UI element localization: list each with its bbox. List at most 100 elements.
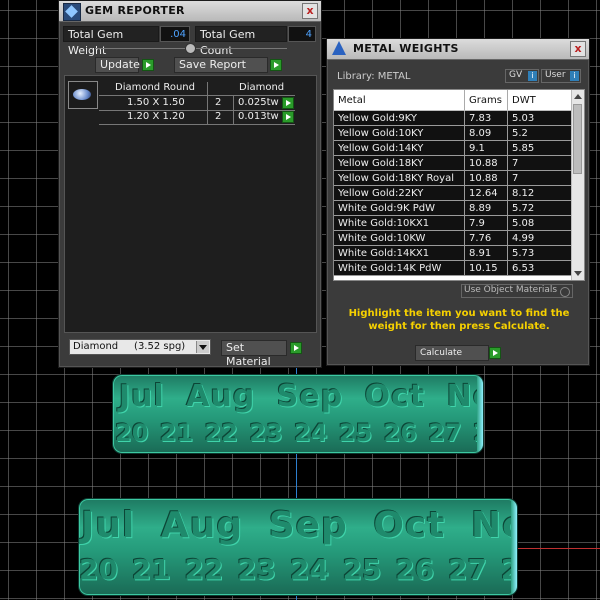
set-material-arrow-icon[interactable] [290,342,302,354]
user-toggle[interactable]: User i [541,69,581,83]
metal-cell-metal[interactable]: Yellow Gold:18KY [334,155,465,171]
library-label: Library: METAL [337,71,411,82]
metal-cell-metal[interactable]: Yellow Gold:9KY [334,110,465,126]
metal-cell-grams[interactable]: 10.88 [464,155,508,171]
use-object-materials-select[interactable]: Use Object Materials [461,284,573,298]
metal-cell-dwt[interactable]: 5.08 [507,215,572,231]
metal-cell-dwt[interactable]: 5.73 [507,245,572,261]
scroll-down-icon[interactable] [574,271,582,276]
save-report-button[interactable]: Save Report [174,57,268,73]
metal-cell-grams[interactable]: 7.9 [464,215,508,231]
info-icon[interactable]: i [528,71,537,81]
group-header-type: Diamond [239,82,285,93]
vertical-scrollbar[interactable] [571,90,584,280]
ring-model-top[interactable]: Jul Aug Sep Oct Nov 20 21 22 23 24 25 26… [112,374,484,454]
row-weight: 0.013tw [238,111,279,122]
metal-cell-dwt[interactable]: 5.85 [507,140,572,156]
column-metal[interactable]: Metal [334,90,465,111]
save-report-arrow-icon[interactable] [270,59,282,71]
viewport-axis-horizontal [510,548,600,549]
metal-cell-metal[interactable]: White Gold:9K PdW [334,200,465,216]
ring-top-months: Jul Aug Sep Oct Nov [119,379,484,414]
calculate-button[interactable]: Calculate [415,345,489,361]
metal-row[interactable]: Yellow Gold:18KY 10.88 7 [334,155,572,171]
metal-cell-grams[interactable]: 10.88 [464,170,508,186]
metal-cell-grams[interactable]: 8.91 [464,245,508,261]
metal-cell-metal[interactable]: White Gold:10KX1 [334,215,465,231]
metal-cell-metal[interactable]: Yellow Gold:22KY [334,185,465,201]
metal-cell-metal[interactable]: White Gold:14K PdW [334,260,465,276]
ring-top-days: 20 21 22 23 24 25 26 27 28 29 30 [115,419,483,447]
column-grams[interactable]: Grams [464,90,508,111]
metal-cell-grams[interactable]: 10.15 [464,260,508,276]
splitter-handle[interactable] [185,43,196,54]
gem-list-box[interactable]: Diamond Round Diamond 1.50 X 1.50 2 0.02… [64,75,317,333]
metal-cell-dwt[interactable]: 5.72 [507,200,572,216]
metal-table-container[interactable]: Metal Grams DWT Yellow Gold:9KY 7.83 5.03 Y… [333,89,585,281]
metal-cell-metal[interactable]: White Gold:10KW [334,230,465,246]
metal-cell-metal[interactable]: Yellow Gold:18KY Royal [334,170,465,186]
metal-row[interactable]: White Gold:10KW 7.76 4.99 [334,230,572,246]
metal-cell-dwt[interactable]: 6.53 [507,260,572,276]
gem-reporter-panel: GEM REPORTER x Total Gem Weight .04 Tota… [58,0,322,368]
ring-top-edge [477,375,483,453]
close-icon[interactable]: x [302,3,318,19]
total-gem-weight-value: .04 [160,26,190,42]
update-arrow-icon[interactable] [142,59,154,71]
metal-row[interactable]: White Gold:14K PdW 10.15 6.53 [334,260,572,276]
close-icon[interactable]: x [570,41,586,57]
metal-table[interactable]: Metal Grams DWT Yellow Gold:9KY 7.83 5.03 Y… [334,90,572,276]
metal-cell-dwt[interactable]: 5.2 [507,125,572,141]
metal-row[interactable]: Yellow Gold:14KY 9.1 5.85 [334,140,572,156]
info-icon[interactable]: i [570,71,579,81]
gem-thumbnail-icon [68,81,98,109]
column-dwt[interactable]: DWT [507,90,572,111]
calculate-arrow-icon[interactable] [489,347,501,359]
metal-row[interactable]: Yellow Gold:10KY 8.09 5.2 [334,125,572,141]
metal-cell-grams[interactable]: 12.64 [464,185,508,201]
scroll-thumb[interactable] [573,104,582,174]
row-select-arrow-icon[interactable] [282,97,294,109]
ring-model-bottom[interactable]: Jul Aug Sep Oct Nov 20 21 22 23 24 25 26… [78,498,518,596]
metal-row[interactable]: Yellow Gold:18KY Royal 10.88 7 [334,170,572,186]
metal-row[interactable]: Yellow Gold:9KY 7.83 5.03 [334,110,572,126]
total-gem-weight-label: Total Gem Weight [63,26,159,57]
chevron-down-icon[interactable] [196,341,209,353]
metal-weights-titlebar[interactable]: METAL WEIGHTS x [327,39,589,60]
metal-row[interactable]: White Gold:14KX1 8.91 5.73 [334,245,572,261]
metal-row[interactable]: Yellow Gold:22KY 12.64 8.12 [334,185,572,201]
metal-weights-panel: METAL WEIGHTS x Library: METAL GV i User… [326,38,590,366]
gv-toggle[interactable]: GV i [505,69,539,83]
metal-cell-dwt[interactable]: 4.99 [507,230,572,246]
row-size[interactable]: 1.20 X 1.20 [127,111,185,123]
row-select-arrow-icon[interactable] [282,111,294,123]
dropdown-circle-icon[interactable] [560,287,570,297]
total-gem-count-value: 4 [288,26,316,42]
metal-cell-metal[interactable]: Yellow Gold:14KY [334,140,465,156]
header-divider [99,95,295,96]
metal-cell-grams[interactable]: 9.1 [464,140,508,156]
metal-cell-metal[interactable]: White Gold:14KX1 [334,245,465,261]
ring-bottom-days: 20 21 22 23 24 25 26 27 28 29 30 [79,553,517,586]
row-size[interactable]: 1.50 X 1.50 [127,97,185,109]
metal-cell-dwt[interactable]: 8.12 [507,185,572,201]
metal-cell-grams[interactable]: 8.09 [464,125,508,141]
metal-cell-metal[interactable]: Yellow Gold:10KY [334,125,465,141]
calculate-hint: Highlight the item you want to find the … [348,308,570,332]
ring-bottom-edge [511,499,517,595]
update-button[interactable]: Update [95,57,140,73]
set-material-button[interactable]: Set Material [221,340,287,368]
scroll-up-icon[interactable] [574,94,582,99]
metal-cell-grams[interactable]: 7.83 [464,110,508,126]
metal-cell-grams[interactable]: 7.76 [464,230,508,246]
metal-row[interactable]: White Gold:10KX1 7.9 5.08 [334,215,572,231]
row-divider [99,124,295,125]
gem-reporter-titlebar[interactable]: GEM REPORTER x [59,1,321,22]
metal-cell-dwt[interactable]: 7 [507,155,572,171]
material-select[interactable]: Diamond (3.52 spg) [69,339,211,355]
metal-cell-dwt[interactable]: 5.03 [507,110,572,126]
metal-app-icon [331,41,347,57]
metal-row[interactable]: White Gold:9K PdW 8.89 5.72 [334,200,572,216]
metal-cell-dwt[interactable]: 7 [507,170,572,186]
metal-cell-grams[interactable]: 8.89 [464,200,508,216]
